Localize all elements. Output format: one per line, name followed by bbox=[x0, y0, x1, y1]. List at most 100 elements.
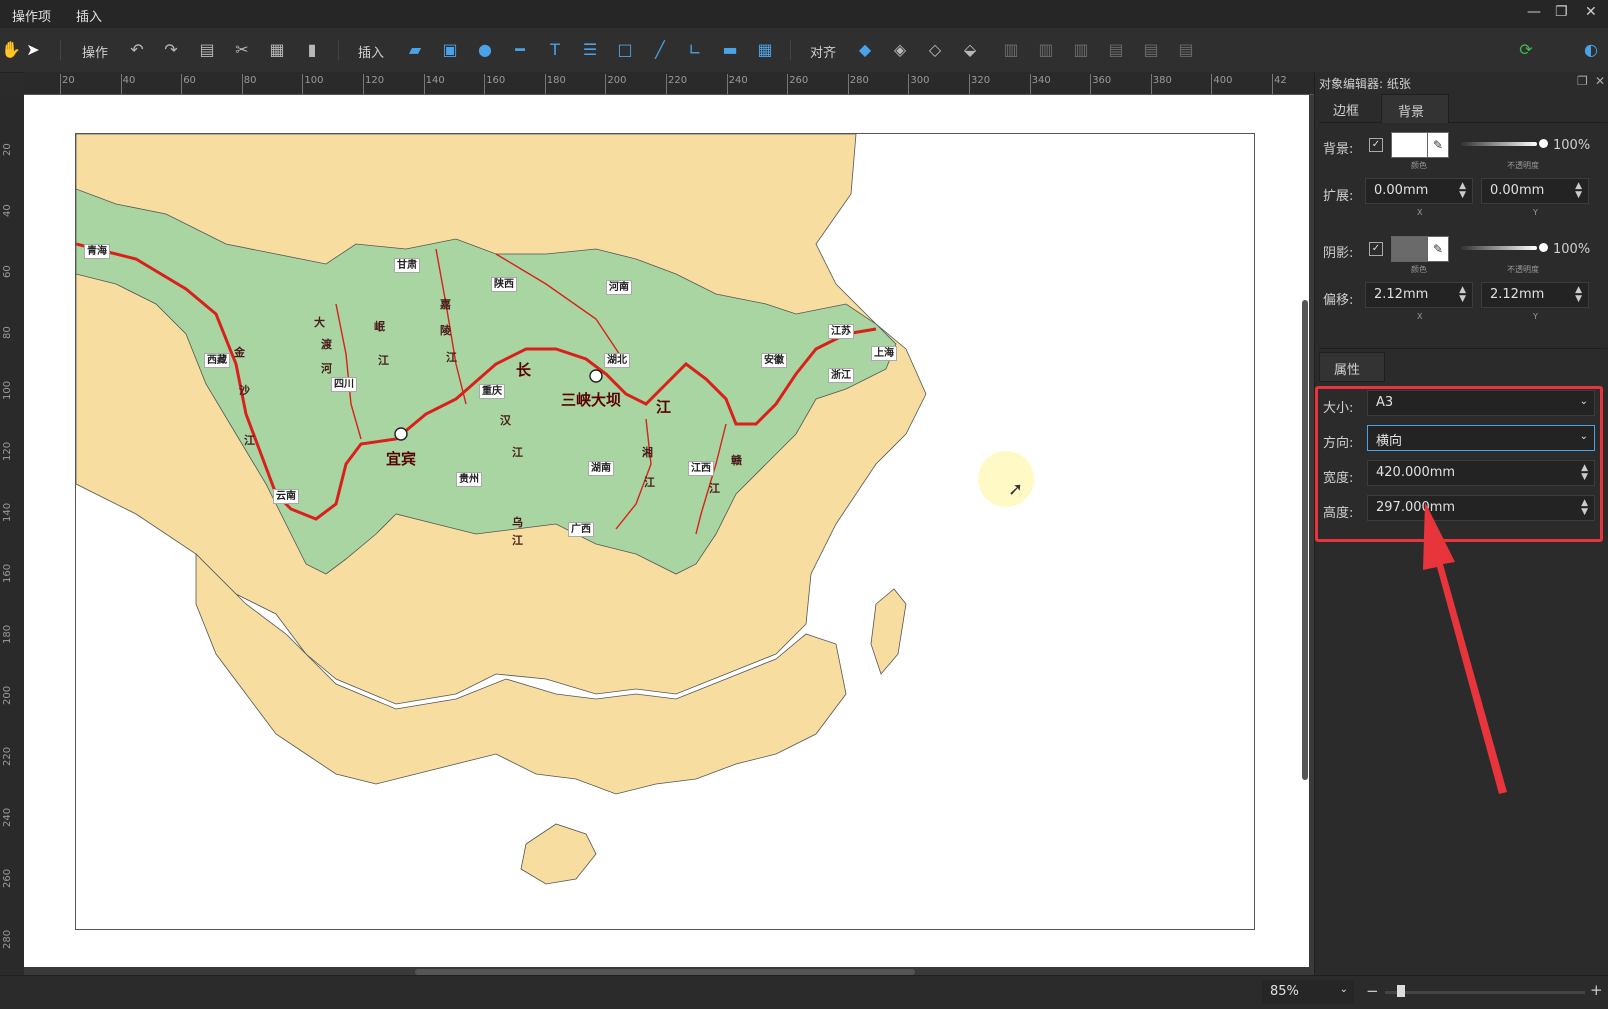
redo-icon[interactable]: ↷ bbox=[160, 38, 182, 60]
object-editor-panel: 对象编辑器: 纸张 ❐ ✕ 边框 背景 背景: ✓ ✎ 颜色 100% 不透明度… bbox=[1314, 72, 1608, 974]
extend-y-caption: Y bbox=[1533, 208, 1538, 217]
tab-border[interactable]: 边框 bbox=[1333, 100, 1359, 119]
align-center-icon[interactable]: ▥ bbox=[1035, 38, 1057, 60]
toolbar: ✋ ➤ 操作 ↶ ↷ ▤ ✂ ▦ ▮ 插入 ▰ ▣ ● ━ T ☰ □ ╱ ∟ … bbox=[0, 28, 1608, 73]
zoom-select[interactable]: 85% ⌄ bbox=[1262, 980, 1354, 1004]
annotation-arrow bbox=[1423, 502, 1507, 794]
ruler-label: 300 bbox=[910, 75, 930, 86]
cursor-highlight bbox=[978, 451, 1034, 507]
undo-icon[interactable]: ↶ bbox=[126, 38, 148, 60]
copy-list-icon[interactable]: ▤ bbox=[196, 38, 218, 60]
ruler-label: 260 bbox=[2, 868, 13, 888]
image-insert-icon[interactable]: ▣ bbox=[439, 38, 461, 60]
ruler-label: 40 bbox=[2, 204, 13, 217]
spinner-icon[interactable]: ▲ ▼ bbox=[1575, 286, 1582, 304]
zoom-in-button[interactable]: + bbox=[1590, 981, 1603, 999]
globe-insert-icon[interactable]: ● bbox=[474, 38, 496, 60]
zoom-out-button[interactable]: − bbox=[1366, 982, 1379, 1000]
minimize-button[interactable]: — bbox=[1527, 4, 1541, 20]
menu-operations[interactable]: 操作项 bbox=[12, 6, 51, 25]
cut-icon[interactable]: ✂ bbox=[231, 38, 253, 60]
river-char: 汉 bbox=[500, 414, 511, 427]
shadow-opacity-handle[interactable] bbox=[1539, 243, 1548, 252]
line-insert-icon[interactable]: ╱ bbox=[649, 38, 671, 60]
rectangle-insert-icon[interactable]: □ bbox=[614, 38, 636, 60]
label-hunan: 湖南 bbox=[588, 461, 614, 476]
background-opacity-handle[interactable] bbox=[1539, 139, 1548, 148]
panel-float-icon[interactable]: ❐ bbox=[1577, 74, 1588, 88]
extend-x-input[interactable]: 0.00mm ▲ ▼ bbox=[1365, 178, 1473, 204]
help-icon[interactable]: ◐ bbox=[1580, 38, 1602, 60]
size-select[interactable]: A3 ⌄ bbox=[1367, 390, 1595, 416]
label-guangxi: 广西 bbox=[568, 522, 594, 537]
shadow-checkbox[interactable]: ✓ bbox=[1369, 242, 1383, 256]
annotation-arrow-shape bbox=[1423, 502, 1507, 794]
panel-close-icon[interactable]: ✕ bbox=[1595, 74, 1605, 88]
shadow-opacity-slider[interactable] bbox=[1461, 246, 1537, 250]
text-box-insert-icon[interactable]: ▬ bbox=[719, 38, 741, 60]
tab-properties[interactable]: 属性 bbox=[1334, 359, 1360, 378]
align-top-icon[interactable]: ▤ bbox=[1105, 38, 1127, 60]
orientation-select[interactable]: 横向 ⌄ bbox=[1367, 425, 1595, 451]
delete-icon[interactable]: ▮ bbox=[301, 38, 323, 60]
extend-y-input[interactable]: 0.00mm ▲ ▼ bbox=[1481, 178, 1589, 204]
offset-x-input[interactable]: 2.12mm ▲ ▼ bbox=[1365, 282, 1473, 308]
send-back-icon[interactable]: ⬙ bbox=[959, 38, 981, 60]
spinner-icon[interactable]: ▲ ▼ bbox=[1459, 182, 1466, 200]
map-frame[interactable]: 青海 甘肃 陕西 河南 西藏 四川 重庆 湖北 安徽 江苏 上海 浙江 贵州 湖… bbox=[75, 133, 1255, 930]
map-insert-icon[interactable]: ▰ bbox=[404, 38, 426, 60]
hand-tool-icon[interactable]: ✋ bbox=[0, 38, 22, 60]
width-value: 420.000mm bbox=[1376, 465, 1456, 480]
background-color-swatch[interactable] bbox=[1391, 132, 1429, 158]
insert-label: 插入 bbox=[358, 46, 385, 61]
width-input[interactable]: 420.000mm ▲ ▼ bbox=[1367, 460, 1595, 486]
divider bbox=[1319, 348, 1607, 349]
polyline-insert-icon[interactable]: ∟ bbox=[684, 38, 706, 60]
shadow-color-swatch[interactable] bbox=[1391, 236, 1429, 262]
ruler-label: 180 bbox=[2, 624, 13, 644]
spinner-icon[interactable]: ▲ ▼ bbox=[1575, 182, 1582, 200]
send-backward-icon[interactable]: ◇ bbox=[924, 38, 946, 60]
tab-background[interactable]: 背景 bbox=[1398, 101, 1424, 120]
river-char: 岷 bbox=[374, 320, 385, 333]
shadow-eyedropper-icon[interactable]: ✎ bbox=[1427, 236, 1449, 262]
offset-y-value: 2.12mm bbox=[1490, 287, 1545, 302]
spinner-icon[interactable]: ▲ ▼ bbox=[1581, 464, 1588, 482]
spinner-icon[interactable]: ▲ ▼ bbox=[1581, 499, 1588, 517]
title-insert-icon[interactable]: T bbox=[544, 38, 566, 60]
select-tool-icon[interactable]: ➤ bbox=[22, 38, 44, 60]
background-opacity-slider[interactable] bbox=[1461, 142, 1537, 146]
align-bottom-icon[interactable]: ▤ bbox=[1175, 38, 1197, 60]
close-button[interactable]: ✕ bbox=[1585, 4, 1597, 20]
tab-background-active[interactable]: 背景 bbox=[1381, 94, 1449, 123]
chevron-down-icon[interactable]: ⌄ bbox=[1340, 984, 1348, 995]
chevron-down-icon[interactable]: ⌄ bbox=[1580, 396, 1588, 407]
bring-front-icon[interactable]: ◆ bbox=[854, 38, 876, 60]
zoom-slider[interactable] bbox=[1385, 985, 1585, 997]
offset-y-caption: Y bbox=[1533, 312, 1538, 321]
background-checkbox[interactable]: ✓ bbox=[1369, 138, 1383, 152]
sync-icon[interactable]: ⟳ bbox=[1515, 38, 1537, 60]
background-eyedropper-icon[interactable]: ✎ bbox=[1427, 132, 1449, 158]
tab-properties-active[interactable]: 属性 bbox=[1319, 352, 1385, 382]
spinner-icon[interactable]: ▲ ▼ bbox=[1459, 286, 1466, 304]
table-insert-icon[interactable]: ▦ bbox=[754, 38, 776, 60]
vertical-scrollbar[interactable] bbox=[1302, 300, 1308, 780]
align-left-icon[interactable]: ▥ bbox=[1000, 38, 1022, 60]
hainan-island bbox=[520, 823, 597, 885]
scalebar-insert-icon[interactable]: ━ bbox=[509, 38, 531, 60]
shadow-opacity-value: 100% bbox=[1553, 242, 1591, 257]
label-three-gorges-dam: 三峡大坝 bbox=[561, 391, 622, 409]
ruler-label: 20 bbox=[62, 75, 75, 86]
menu-insert[interactable]: 插入 bbox=[76, 6, 102, 25]
zoom-slider-handle[interactable] bbox=[1397, 985, 1405, 997]
align-middle-icon[interactable]: ▤ bbox=[1140, 38, 1162, 60]
paste-icon[interactable]: ▦ bbox=[266, 38, 288, 60]
restore-button[interactable]: ❐ bbox=[1555, 4, 1568, 20]
label-anhui: 安徽 bbox=[761, 353, 787, 368]
align-right-icon[interactable]: ▥ bbox=[1070, 38, 1092, 60]
bring-forward-icon[interactable]: ◈ bbox=[889, 38, 911, 60]
legend-insert-icon[interactable]: ☰ bbox=[579, 38, 601, 60]
offset-y-input[interactable]: 2.12mm ▲ ▼ bbox=[1481, 282, 1589, 308]
chevron-down-icon[interactable]: ⌄ bbox=[1580, 431, 1588, 442]
